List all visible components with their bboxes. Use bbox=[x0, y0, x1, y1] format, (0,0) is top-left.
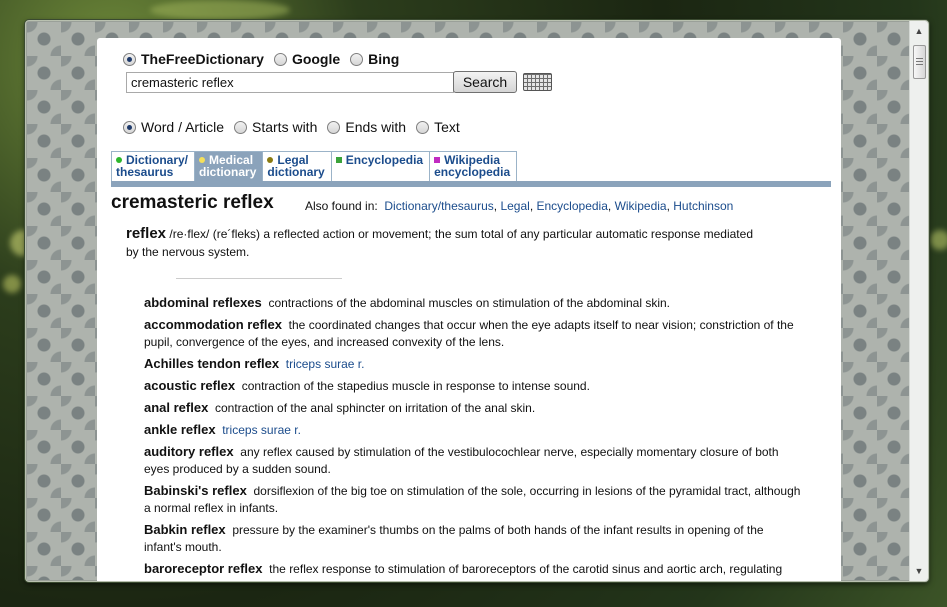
entry-link[interactable]: triceps surae r. bbox=[222, 423, 301, 437]
tab-medical-dictionary[interactable]: Medical dictionary bbox=[194, 151, 263, 183]
tab-marker-icon bbox=[335, 157, 342, 163]
also-link-legal[interactable]: Legal bbox=[500, 199, 529, 213]
search-input[interactable] bbox=[126, 72, 454, 93]
engine-option[interactable]: Bing bbox=[350, 51, 399, 67]
divider bbox=[176, 278, 342, 279]
engine-option[interactable]: TheFreeDictionary bbox=[123, 51, 264, 67]
background-bokeh bbox=[3, 275, 21, 293]
entry-term: auditory reflex bbox=[144, 444, 234, 459]
entry-term: Babkin reflex bbox=[144, 522, 226, 537]
pronunciation: /re·flex/ (re´fleks) bbox=[169, 227, 261, 241]
match-mode-selector: Word / Article Starts with Ends with Tex… bbox=[123, 119, 470, 135]
tab-dictionary-thesaurus[interactable]: Dictionary/thesaurus bbox=[111, 151, 195, 183]
list-item: acoustic reflex contraction of the stape… bbox=[144, 377, 804, 395]
entry-term: abdominal reflexes bbox=[144, 295, 262, 310]
list-item: ankle reflex triceps surae r. bbox=[144, 421, 804, 439]
engine-label: Bing bbox=[368, 51, 400, 67]
search-engine-selector: TheFreeDictionary Google Bing bbox=[123, 51, 409, 67]
browser-window: ▲ ▼ TheFreeDictionary Google Bing Search… bbox=[25, 20, 929, 582]
search-button[interactable]: Search bbox=[453, 71, 517, 93]
also-link-encyclopedia[interactable]: Encyclopedia bbox=[537, 199, 608, 213]
list-item: Babkin reflex pressure by the examiner's… bbox=[144, 521, 804, 556]
scroll-down-icon[interactable]: ▼ bbox=[910, 563, 928, 579]
tab-underline-bar bbox=[111, 181, 831, 187]
radio-button[interactable] bbox=[327, 120, 341, 134]
match-mode-label: Starts with bbox=[252, 119, 318, 135]
list-item: Babinski's reflex dorsiflexion of the bi… bbox=[144, 482, 804, 517]
match-mode-option[interactable]: Word / Article bbox=[123, 119, 224, 135]
engine-label: Google bbox=[291, 51, 341, 67]
tab-encyclopedia[interactable]: Encyclopedia bbox=[330, 151, 430, 183]
reflex-entries: abdominal reflexes contractions of the a… bbox=[144, 294, 804, 581]
list-item: accommodation reflex the coordinated cha… bbox=[144, 316, 804, 351]
radio-button[interactable] bbox=[273, 52, 287, 66]
radio-button[interactable] bbox=[416, 120, 430, 134]
entry-term: acoustic reflex bbox=[144, 378, 236, 393]
scroll-up-icon[interactable]: ▲ bbox=[910, 23, 928, 39]
match-mode-option[interactable]: Starts with bbox=[234, 119, 317, 135]
engine-label: TheFreeDictionary bbox=[141, 51, 264, 67]
tab-wikipedia-encyclopedia[interactable]: Wikipedia encyclopedia bbox=[429, 151, 518, 183]
tab-legal-dictionary[interactable]: Legal dictionary bbox=[262, 151, 331, 183]
match-mode-label: Word / Article bbox=[141, 119, 224, 135]
entry-text: contraction of the anal sphincter on irr… bbox=[215, 401, 536, 415]
main-definition: reflex /re·flex/ (re´fleks) a reflected … bbox=[126, 225, 766, 261]
page-title: cremasteric reflex bbox=[111, 192, 274, 213]
radio-button[interactable] bbox=[123, 120, 136, 134]
entry-text: pressure by the examiner's thumbs on the… bbox=[144, 523, 764, 554]
radio-button[interactable] bbox=[350, 52, 364, 66]
entry-text: contractions of the abdominal muscles on… bbox=[268, 296, 671, 310]
tab-label-line2: dictionary bbox=[199, 165, 257, 179]
also-found-label: Also found in: bbox=[305, 199, 378, 213]
also-link-dictionary[interactable]: Dictionary/thesaurus bbox=[384, 199, 493, 213]
list-item: anal reflex contraction of the anal sphi… bbox=[144, 399, 804, 417]
virtual-keyboard-icon[interactable] bbox=[523, 73, 552, 91]
match-mode-label: Text bbox=[434, 119, 460, 135]
tab-label-line2: thesaurus bbox=[116, 165, 174, 179]
entry-term: accommodation reflex bbox=[144, 317, 282, 332]
background-bokeh bbox=[150, 0, 290, 20]
entry-term: anal reflex bbox=[144, 400, 209, 415]
engine-option[interactable]: Google bbox=[273, 51, 341, 67]
entry-term: baroreceptor reflex bbox=[144, 561, 263, 576]
also-link-wikipedia[interactable]: Wikipedia bbox=[615, 199, 667, 213]
headword: reflex bbox=[126, 225, 167, 242]
entry-term: Achilles tendon reflex bbox=[144, 356, 280, 371]
scrollbar-thumb[interactable] bbox=[913, 45, 926, 79]
entry-term: ankle reflex bbox=[144, 422, 216, 437]
list-item: baroreceptor reflex the reflex response … bbox=[144, 560, 804, 581]
list-item: Achilles tendon reflex triceps surae r. bbox=[144, 355, 804, 373]
entry-text: contraction of the stapedius muscle in r… bbox=[241, 379, 590, 393]
tab-marker-icon bbox=[267, 157, 274, 163]
list-item: auditory reflex any reflex caused by sti… bbox=[144, 443, 804, 478]
entry-link[interactable]: triceps surae r. bbox=[286, 357, 365, 371]
radio-button[interactable] bbox=[123, 52, 136, 66]
tab-label-line1: Encyclopedia bbox=[345, 153, 424, 167]
tab-label-line2: encyclopedia bbox=[434, 165, 511, 179]
list-item: abdominal reflexes contractions of the a… bbox=[144, 294, 804, 312]
background-bokeh bbox=[930, 230, 947, 250]
dictionary-tabs: Dictionary/thesaurus Medical dictionary L… bbox=[111, 151, 518, 183]
dictionary-page: TheFreeDictionary Google Bing Search Wor… bbox=[97, 38, 841, 581]
tab-marker-icon bbox=[116, 157, 122, 163]
match-mode-label: Ends with bbox=[345, 119, 407, 135]
also-link-hutchinson[interactable]: Hutchinson bbox=[673, 199, 733, 213]
tab-label-line2: dictionary bbox=[267, 165, 325, 179]
match-mode-option[interactable]: Text bbox=[416, 119, 460, 135]
also-found-in: Also found in: Dictionary/thesaurus, Leg… bbox=[305, 199, 734, 213]
match-mode-option[interactable]: Ends with bbox=[327, 119, 406, 135]
entry-term: Babinski's reflex bbox=[144, 483, 247, 498]
entry-text: any reflex caused by stimulation of the … bbox=[144, 445, 779, 476]
radio-button[interactable] bbox=[234, 120, 247, 134]
tab-marker-icon bbox=[199, 157, 206, 163]
tab-marker-icon bbox=[434, 157, 441, 163]
vertical-scrollbar[interactable]: ▲ ▼ bbox=[909, 21, 928, 581]
